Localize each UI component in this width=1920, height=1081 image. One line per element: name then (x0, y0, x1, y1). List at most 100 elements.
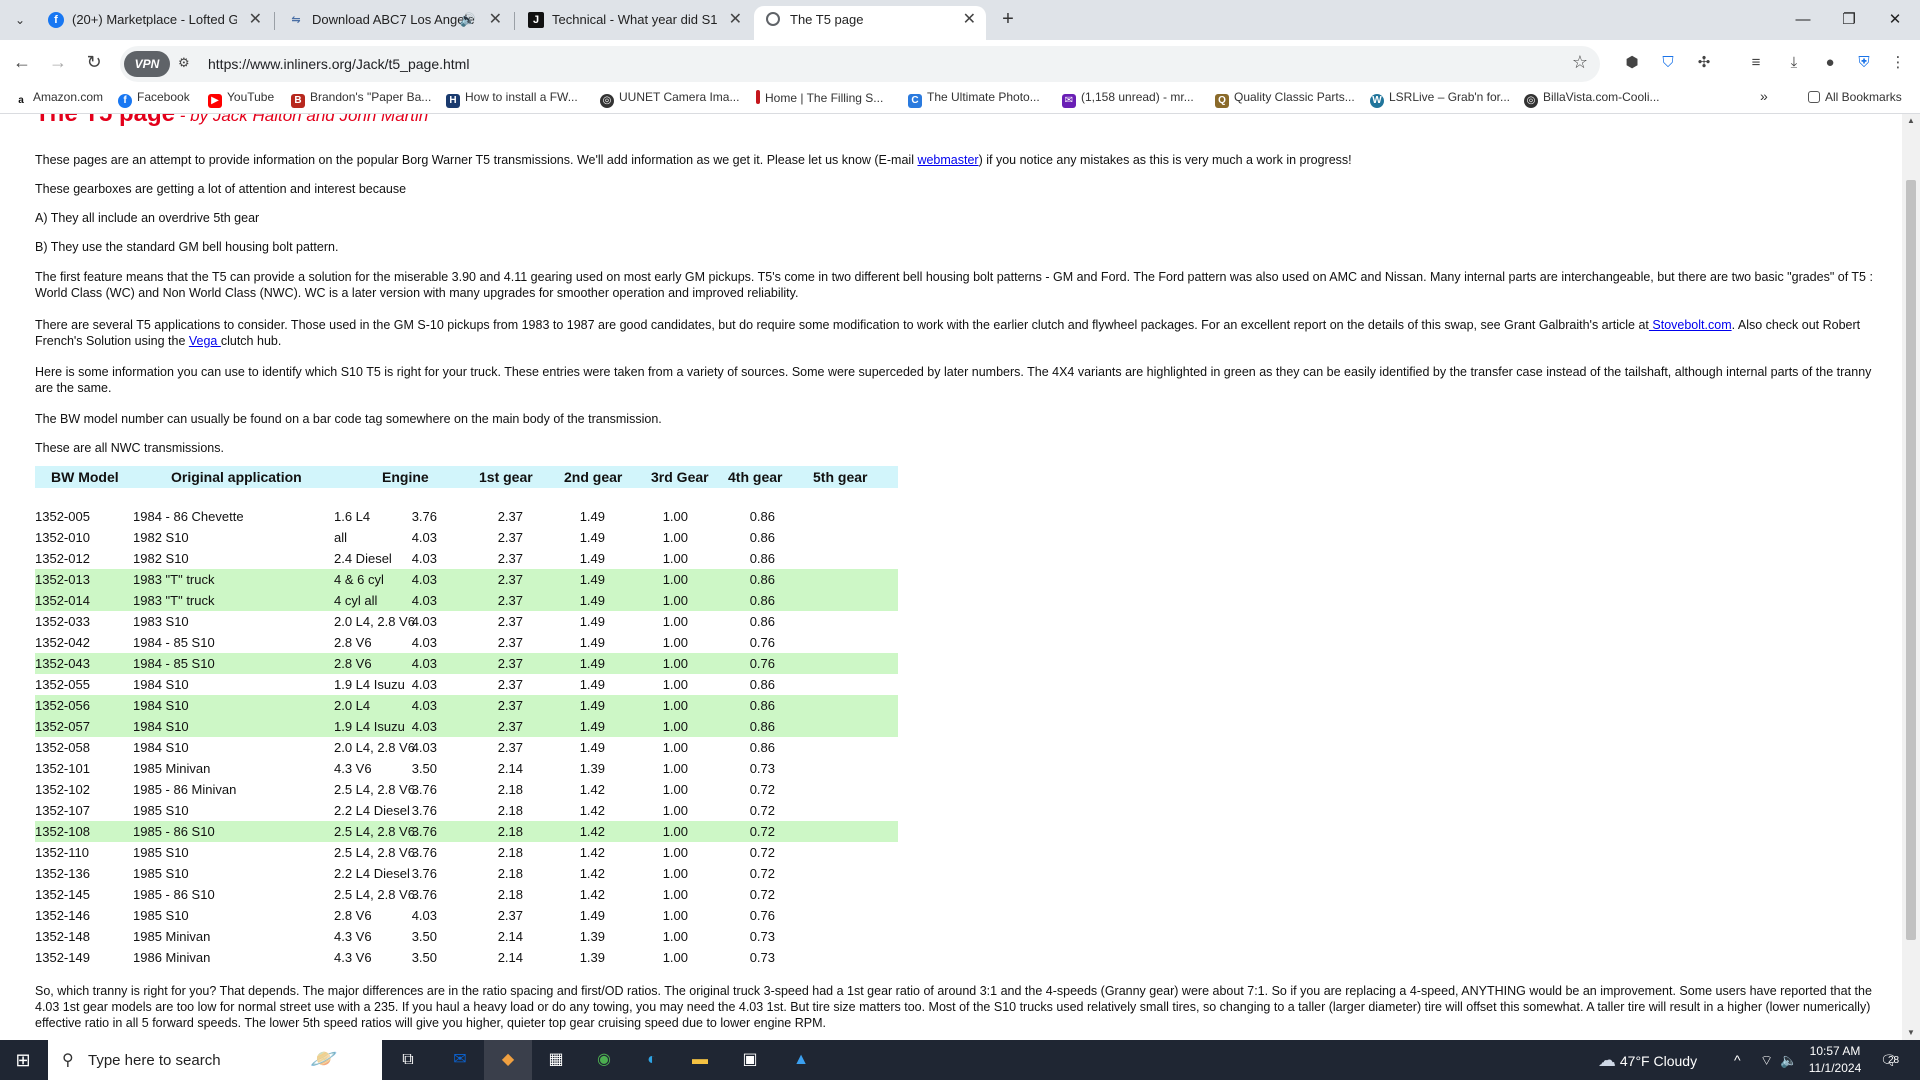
table-cell-engine: 2.0 L4, 2.8 V6 (334, 614, 415, 629)
close-icon[interactable]: ✕ (963, 6, 976, 34)
bookmark-item[interactable]: ◎ BillaVista.com-Cooli... (1524, 90, 1659, 108)
table-cell-app: 1983 "T" truck (133, 593, 215, 608)
bookmark-item[interactable]: B Brandon's "Paper Ba... (291, 90, 431, 108)
scroll-down-icon[interactable]: ▼ (1902, 1026, 1920, 1040)
stovebolt-link[interactable]: Stovebolt.com (1649, 318, 1731, 332)
reload-button[interactable]: ↻ (80, 48, 108, 76)
scroll-thumb[interactable] (1906, 180, 1916, 940)
table-cell-g5: 0.76 (749, 908, 775, 923)
media-control-icon[interactable]: ≡ (1746, 53, 1766, 73)
vega-link[interactable]: Vega (189, 334, 221, 348)
wordpress-icon: W (1370, 94, 1384, 108)
bookmark-label: Amazon.com (33, 90, 104, 104)
table-cell-app: 1984 S10 (133, 698, 189, 713)
volume-icon[interactable]: 🔈 (1780, 1040, 1797, 1080)
forward-button[interactable]: → (44, 48, 72, 76)
bookmark-item[interactable]: W LSRLive – Grab'n for... (1370, 90, 1510, 108)
table-cell-g1: 4.03 (411, 698, 437, 713)
url-text[interactable]: https://www.inliners.org/Jack/t5_page.ht… (208, 56, 469, 72)
tab-technical[interactable]: J Technical - What year did S10's ✕ (516, 6, 752, 40)
scroll-up-icon[interactable]: ▲ (1902, 114, 1920, 128)
table-cell-g5: 0.86 (749, 593, 775, 608)
table-cell-model: 1352-042 (35, 635, 90, 650)
all-bookmarks-button[interactable]: All Bookmarks (1808, 90, 1902, 104)
brave-browser-icon[interactable]: ◆ (484, 1040, 532, 1080)
table-row: 1352-043 1984 - 85 S10 2.8 V6 4.03 2.37 1.49 1… (35, 653, 898, 674)
taskbar-search-box[interactable]: ⚲ Type here to search 🪐 (48, 1040, 382, 1080)
site-icon: C (908, 94, 922, 108)
page-scrollbar[interactable]: ▲ ▼ (1902, 114, 1920, 1040)
bookmark-item[interactable]: Q Quality Classic Parts... (1215, 90, 1355, 108)
table-cell-g3: 1.49 (579, 551, 605, 566)
security-icon[interactable]: ⛨ (1854, 53, 1874, 73)
table-cell-g3: 1.42 (579, 866, 605, 881)
weather-widget[interactable]: ☁ 47°F Cloudy (1598, 1040, 1697, 1081)
minimize-button[interactable]: — (1780, 0, 1826, 40)
speaker-icon[interactable]: 🔊 (460, 6, 476, 34)
new-tab-button[interactable]: + (996, 8, 1020, 32)
table-cell-app: 1985 Minivan (133, 761, 211, 776)
table-cell-g1: 3.76 (411, 803, 437, 818)
bookmark-label: Home | The Filling S... (765, 91, 884, 105)
table-cell-model: 1352-058 (35, 740, 90, 755)
site-info-icon[interactable]: ⚙ (178, 55, 190, 71)
bookmark-star-icon[interactable]: ☆ (1572, 52, 1588, 73)
table-cell-g2: 2.18 (497, 845, 523, 860)
chrome-icon[interactable]: ◉ (582, 1040, 626, 1080)
tab-marketplace[interactable]: f (20+) Marketplace - Lofted Gar ✕ (36, 6, 272, 40)
table-cell-g4: 1.00 (662, 698, 688, 713)
outlook-icon[interactable]: ✉ (438, 1040, 482, 1080)
network-icon[interactable]: ⌔ (1760, 1040, 1773, 1080)
page-title: The T5 page - by Jack Halton and John Ma… (35, 114, 428, 128)
task-view-icon[interactable]: ⧉ (388, 1040, 428, 1080)
close-icon[interactable]: ✕ (489, 6, 502, 34)
close-window-button[interactable]: ✕ (1872, 0, 1918, 40)
restore-button[interactable]: ❐ (1826, 0, 1872, 40)
download-icon[interactable]: ⤓ (1784, 53, 1804, 73)
bookmark-item[interactable]: C The Ultimate Photo... (908, 90, 1040, 108)
tab-abc7[interactable]: ⇋ Download ABC7 Los Angele 🔊 ✕ (276, 6, 512, 40)
bookmark-item[interactable]: a Amazon.com (14, 90, 103, 108)
close-icon[interactable]: ✕ (249, 6, 262, 34)
column-header: Original application (171, 469, 302, 485)
cortana-icon[interactable]: ○ (340, 1040, 380, 1080)
webmaster-link[interactable]: webmaster (917, 153, 978, 167)
tab-search-button[interactable]: ⌄ (8, 8, 32, 32)
bookmark-item[interactable]: H How to install a FW... (446, 90, 578, 108)
profile-icon[interactable]: ● (1820, 53, 1840, 73)
vpn-badge[interactable]: VPN (124, 51, 170, 77)
show-hidden-icons-chevron-icon[interactable]: ^ (1734, 1040, 1741, 1080)
menu-icon[interactable]: ⋮ (1888, 53, 1908, 73)
back-button[interactable]: ← (8, 48, 36, 76)
file-explorer-icon[interactable]: ▬ (678, 1040, 722, 1080)
windows-start-icon[interactable]: ⊞ (0, 1040, 46, 1080)
table-row: 1352-148 1985 Minivan 4.3 V6 3.50 2.14 1.39 1.… (35, 926, 898, 947)
notifications-icon[interactable]: 🗨 28 (1880, 1040, 1899, 1080)
table-cell-app: 1986 Minivan (133, 950, 211, 965)
table-cell-g4: 1.00 (662, 635, 688, 650)
clock[interactable]: 10:57 AM 11/1/2024 (1800, 1043, 1870, 1077)
photos-icon[interactable]: ▲ (778, 1040, 824, 1080)
puzzle-icon[interactable]: ✣ (1694, 53, 1714, 73)
shield-extension-icon[interactable]: ⛉ (1658, 53, 1678, 73)
tab-t5-page[interactable]: The T5 page ✕ (754, 6, 986, 40)
column-header: 3rd Gear (651, 469, 709, 485)
extension-icon[interactable]: ⬢ (1622, 53, 1642, 73)
app-icon[interactable]: ▣ (728, 1040, 772, 1080)
address-bar[interactable]: VPN ⚙ https://www.inliners.org/Jack/t5_p… (120, 46, 1600, 82)
table-cell-g4: 1.00 (662, 593, 688, 608)
column-header: 1st gear (479, 469, 533, 485)
store-icon[interactable]: ▦ (534, 1040, 578, 1080)
more-bookmarks-chevron-icon[interactable]: » (1760, 88, 1768, 104)
table-cell-g1: 3.50 (411, 929, 437, 944)
table-cell-g1: 3.76 (411, 509, 437, 524)
bookmark-item[interactable]: ▶ YouTube (208, 90, 274, 108)
bookmark-item[interactable]: f Facebook (118, 90, 190, 108)
bookmark-item[interactable]: ✉ (1,158 unread) - mr... (1062, 90, 1194, 108)
bookmark-item[interactable]: Home | The Filling S... (756, 90, 883, 105)
bookmark-item[interactable]: ◎ UUNET Camera Ima... (600, 90, 739, 108)
close-icon[interactable]: ✕ (729, 6, 742, 34)
edge-icon[interactable]: ◐ (630, 1040, 674, 1080)
table-cell-g5: 0.72 (749, 803, 775, 818)
table-cell-g1: 4.03 (411, 551, 437, 566)
